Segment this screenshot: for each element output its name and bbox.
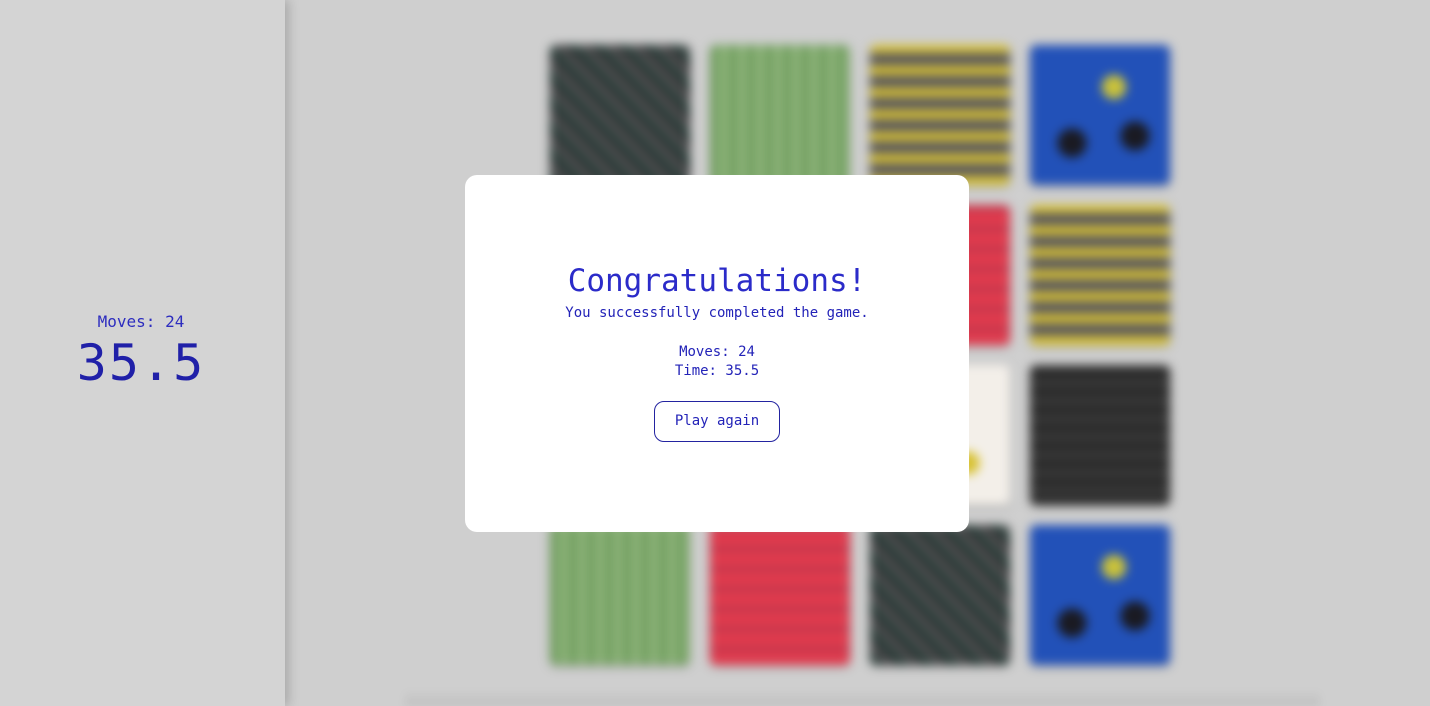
final-time: Time: 35.5 <box>674 363 760 379</box>
congratulations-dialog: Congratulations! You successfully comple… <box>465 175 969 532</box>
final-moves: Moves: 24 <box>679 344 755 360</box>
card-tile[interactable] <box>710 525 850 665</box>
card-tile[interactable] <box>870 525 1010 665</box>
card-tile[interactable] <box>870 45 1010 185</box>
dialog-subtitle: You successfully completed the game. <box>565 305 869 321</box>
play-again-button[interactable]: Play again <box>654 401 780 442</box>
board-shadow <box>405 690 1320 706</box>
stats-sidebar: Moves: 24 35.5 <box>0 0 285 706</box>
card-tile[interactable] <box>550 45 690 185</box>
card-tile[interactable] <box>1030 365 1170 505</box>
dialog-title: Congratulations! <box>567 263 867 299</box>
card-tile[interactable] <box>550 525 690 665</box>
card-tile[interactable] <box>1030 525 1170 665</box>
card-tile[interactable] <box>1030 45 1170 185</box>
card-tile[interactable] <box>1030 205 1170 345</box>
card-tile[interactable] <box>710 45 850 185</box>
moves-counter: Moves: 24 <box>97 312 185 331</box>
timer-display: 35.5 <box>76 334 206 392</box>
